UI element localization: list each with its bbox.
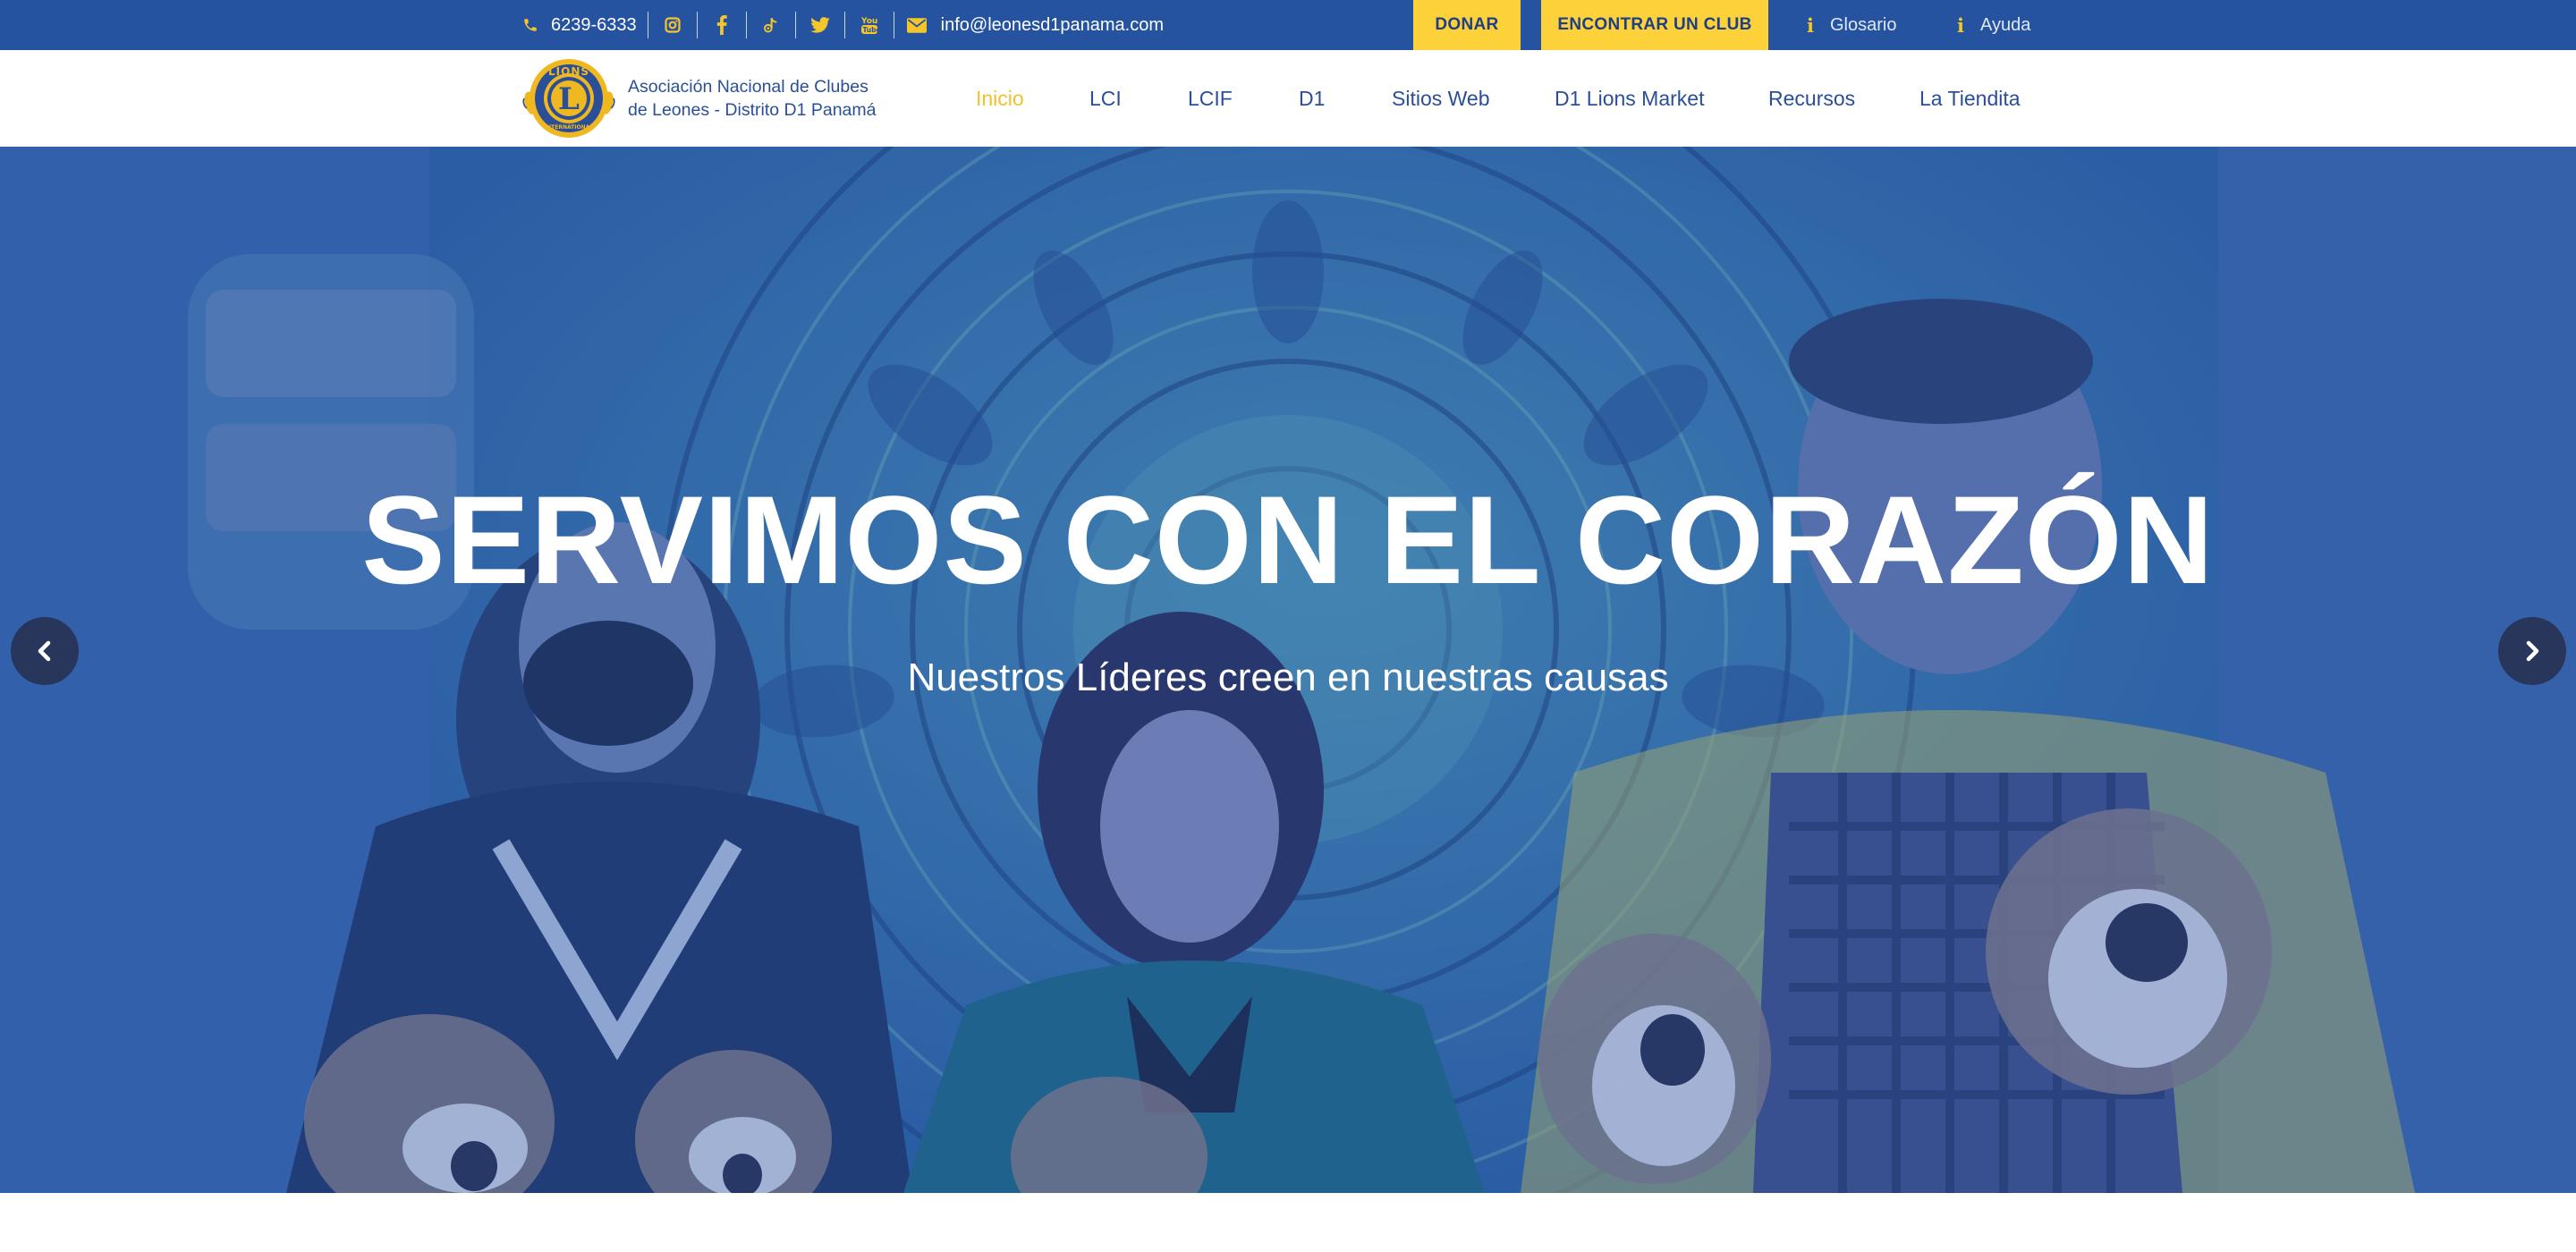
- twitter-icon: [809, 17, 830, 33]
- find-club-button[interactable]: ENCONTRAR UN CLUB: [1541, 0, 1768, 50]
- page-content-start: [0, 1193, 2576, 1252]
- youtube-icon: YouTube: [860, 15, 878, 35]
- donate-button[interactable]: DONAR: [1413, 0, 1521, 50]
- top-bar-contacts: 6239-6333 YouTube: [521, 0, 1164, 50]
- nav-item-d1[interactable]: D1: [1299, 50, 1325, 147]
- email-link[interactable]: info@leonesd1panama.com: [906, 0, 1165, 50]
- nav-item-sitios-web[interactable]: Sitios Web: [1392, 50, 1490, 147]
- slider-prev-button[interactable]: [11, 617, 79, 685]
- tiktok-icon: [761, 15, 781, 35]
- nav-menu: Inicio LCI LCIF D1 Sitios Web D1 Lions M…: [0, 50, 2576, 147]
- hero-title: SERVIMOS CON EL CORAZÓN: [361, 470, 2215, 610]
- hero-slider: SERVIMOS CON EL CORAZÓN Nuestros Líderes…: [0, 147, 2576, 1193]
- nav-item-lci[interactable]: LCI: [1089, 50, 1122, 147]
- phone-icon: [522, 17, 538, 33]
- svg-text:You: You: [860, 17, 877, 26]
- divider: [843, 12, 845, 38]
- instagram-icon: [664, 16, 682, 34]
- nav-item-lcif[interactable]: LCIF: [1188, 50, 1233, 147]
- help-link[interactable]: i Ayuda: [1957, 0, 2030, 50]
- nav-item-la-tiendita[interactable]: La Tiendita: [1919, 50, 2021, 147]
- twitter-link[interactable]: [807, 0, 834, 50]
- main-navbar: L LIONS INTERNATIONAL Asociación Naciona…: [0, 50, 2576, 147]
- nav-item-inicio[interactable]: Inicio: [976, 50, 1024, 147]
- tiktok-link[interactable]: [758, 0, 784, 50]
- hero-subtitle: Nuestros Líderes creen en nuestras causa…: [907, 656, 1669, 699]
- info-icon: i: [1957, 13, 1964, 37]
- chevron-left-icon: [38, 640, 51, 662]
- nav-item-d1-lions-market[interactable]: D1 Lions Market: [1555, 50, 1704, 147]
- top-bar: 6239-6333 YouTube: [0, 0, 2576, 50]
- email-address: info@leonesd1panama.com: [940, 14, 1165, 35]
- phone-link[interactable]: 6239-6333: [521, 0, 637, 50]
- info-icon: i: [1807, 13, 1814, 37]
- youtube-link[interactable]: YouTube: [856, 0, 883, 50]
- svg-text:Tube: Tube: [862, 26, 878, 34]
- nav-item-recursos[interactable]: Recursos: [1768, 50, 1855, 147]
- divider: [794, 12, 796, 38]
- phone-number: 6239-6333: [551, 14, 637, 35]
- envelope-icon: [906, 17, 927, 33]
- facebook-icon: [716, 15, 728, 35]
- instagram-link[interactable]: [659, 0, 686, 50]
- facebook-link[interactable]: [708, 0, 735, 50]
- glossary-link[interactable]: i Glosario: [1807, 0, 1896, 50]
- divider: [745, 12, 747, 38]
- glossary-label: Glosario: [1829, 14, 1897, 35]
- divider: [696, 12, 698, 38]
- slider-next-button[interactable]: [2498, 617, 2566, 685]
- help-label: Ayuda: [1979, 14, 2031, 35]
- chevron-right-icon: [2526, 640, 2539, 662]
